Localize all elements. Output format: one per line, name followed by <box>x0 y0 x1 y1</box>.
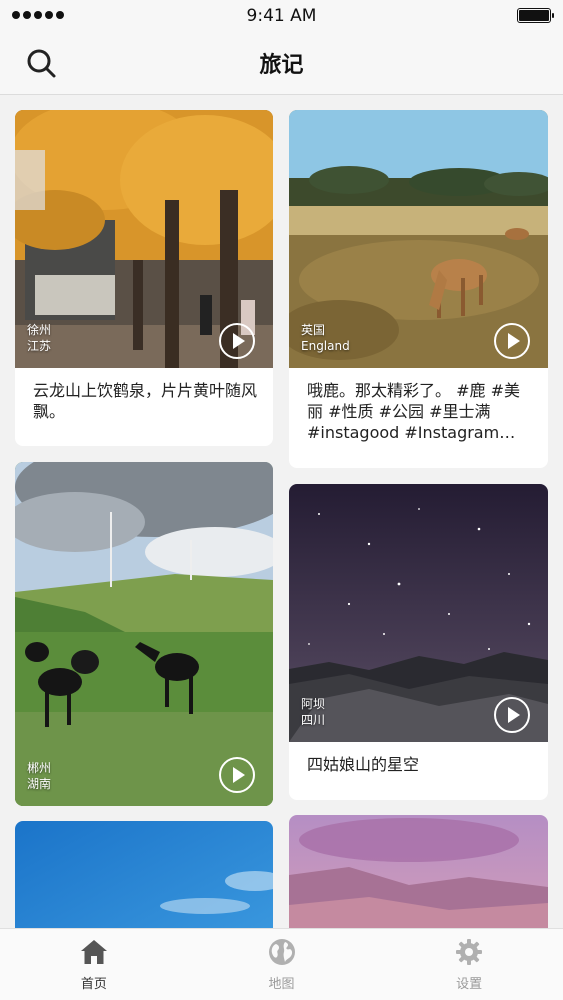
post-caption: 哦鹿。那太精彩了。 #鹿 #美丽 #性质 #公园 #里士满 #instagood… <box>307 381 520 442</box>
post-card[interactable] <box>289 815 548 928</box>
feed-list[interactable]: 徐州 江苏 云龙山上饮鹤泉，片片黄叶随风飘。 英国 England 哦鹿。那太精… <box>0 96 563 928</box>
page-title: 旅记 <box>259 53 304 78</box>
signal-strength-icon <box>12 11 64 19</box>
status-bar: 9:41 AM <box>0 0 563 32</box>
post-photo[interactable] <box>289 815 548 928</box>
location-region: 四川 <box>301 713 326 727</box>
globe-icon <box>268 939 295 965</box>
search-button[interactable] <box>25 47 57 79</box>
tab-label: 地图 <box>268 977 295 992</box>
gear-icon <box>456 939 483 965</box>
tab-bar: 首页 地图 设置 <box>0 928 563 1000</box>
post-photo[interactable] <box>15 821 273 928</box>
location-city: 英国 <box>301 323 326 337</box>
status-time: 9:41 AM <box>246 6 317 26</box>
post-card[interactable]: 阿坝 四川 四姑娘山的星空 <box>289 484 548 800</box>
location-label: 英国 England <box>301 322 350 354</box>
location-label: 徐州 江苏 <box>27 322 51 354</box>
location-city: 郴州 <box>27 761 52 775</box>
post-card[interactable]: 郴州 湖南 <box>15 462 273 806</box>
play-icon[interactable] <box>219 323 255 359</box>
tab-map[interactable]: 地图 <box>188 929 376 1000</box>
post-photo[interactable] <box>15 462 273 806</box>
home-icon <box>80 940 107 964</box>
navigation-bar: 旅记 <box>0 32 563 95</box>
post-card[interactable] <box>15 821 273 928</box>
location-region: 湖南 <box>27 777 52 791</box>
tab-settings[interactable]: 设置 <box>375 929 563 1000</box>
location-region: 江苏 <box>27 339 52 353</box>
location-label: 郴州 湖南 <box>27 760 51 792</box>
tab-home[interactable]: 首页 <box>0 929 188 1000</box>
post-caption: 云龙山上饮鹤泉，片片黄叶随风飘。 <box>33 381 258 421</box>
play-icon[interactable] <box>219 757 255 793</box>
tab-label: 首页 <box>80 977 107 992</box>
tab-label: 设置 <box>456 977 483 992</box>
location-label: 阿坝 四川 <box>301 696 325 728</box>
battery-icon <box>517 8 554 23</box>
location-city: 徐州 <box>27 323 52 337</box>
search-icon <box>27 49 56 78</box>
post-caption: 四姑娘山的星空 <box>307 755 420 774</box>
play-icon[interactable] <box>494 323 530 359</box>
play-icon[interactable] <box>494 697 530 733</box>
post-card[interactable]: 英国 England 哦鹿。那太精彩了。 #鹿 #美丽 #性质 #公园 #里士满… <box>289 110 548 468</box>
location-city: 阿坝 <box>301 697 326 711</box>
location-region: England <box>301 339 350 353</box>
post-card[interactable]: 徐州 江苏 云龙山上饮鹤泉，片片黄叶随风飘。 <box>15 110 273 446</box>
